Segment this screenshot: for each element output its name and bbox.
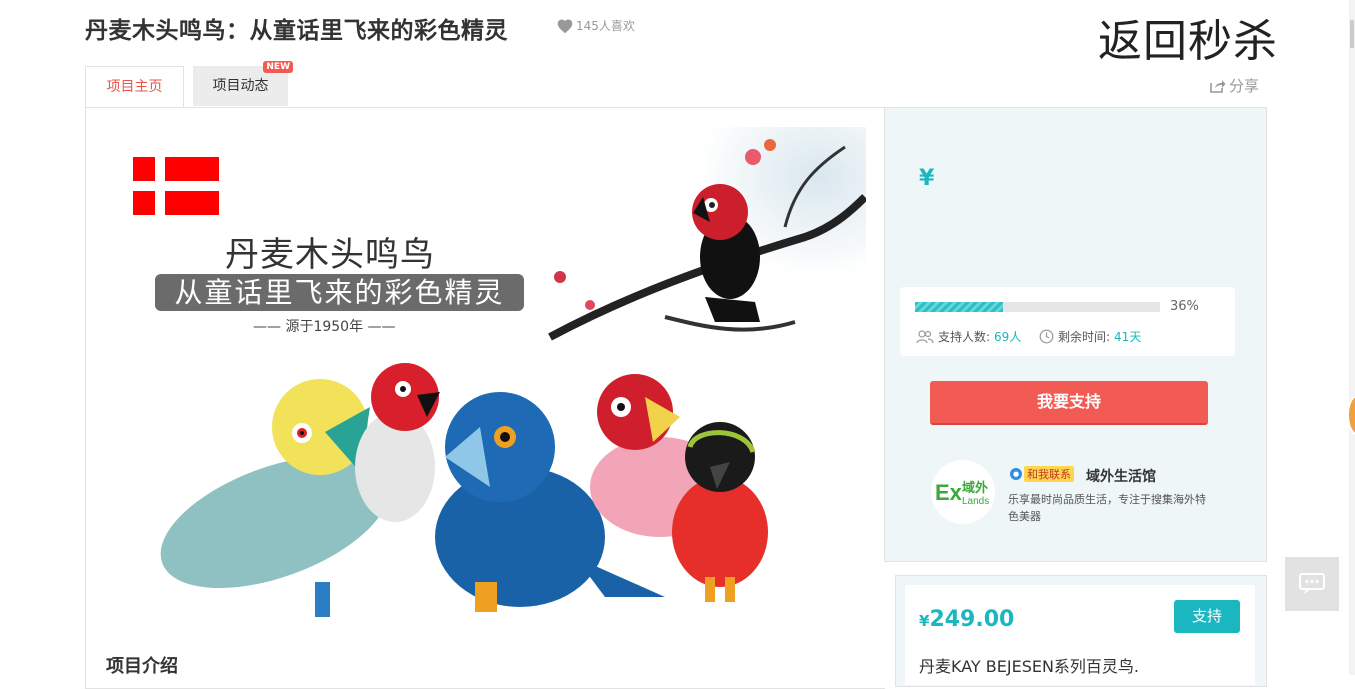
time-left-label: 剩余时间: xyxy=(1058,330,1111,344)
svg-text:Ex: Ex xyxy=(935,480,963,505)
tab-updates-label: 项目动态 xyxy=(212,78,269,94)
reward-support-button[interactable]: 支持 xyxy=(1174,600,1240,633)
progress-bar xyxy=(915,302,1160,312)
clock-icon xyxy=(1039,329,1054,344)
store-name[interactable]: 域外生活馆 xyxy=(1086,466,1156,486)
store-logo-mark: Ex 域外 Lands xyxy=(935,480,989,507)
likes-count: 145人喜欢 xyxy=(576,19,635,33)
denmark-flag-icon xyxy=(133,157,219,215)
share-button[interactable]: 分享 xyxy=(1210,75,1259,96)
birds-illustration xyxy=(160,127,866,617)
reward-description: 丹麦KAY BEJESEN系列百灵鸟. xyxy=(919,657,1140,676)
chat-icon xyxy=(1299,573,1325,594)
hero-image: 丹麦木头鸣鸟 从童话里飞来的彩色精灵 —— 源于1950年 —— xyxy=(105,127,866,624)
hero-since: —— 源于1950年 —— xyxy=(253,319,396,335)
like-button[interactable]: 145人喜欢 xyxy=(556,17,635,34)
page-title: 丹麦木头鸣鸟：从童话里飞来的彩色精灵 xyxy=(85,18,508,44)
reward-price: ¥249.00 xyxy=(919,607,1014,632)
tab-project-updates[interactable]: 项目动态 NEW xyxy=(193,61,293,106)
progress-card xyxy=(900,287,1235,356)
store-logo[interactable]: Ex 域外 Lands xyxy=(931,460,995,524)
support-button[interactable]: 我要支持 xyxy=(930,381,1208,425)
time-left-stat: 剩余时间: 41天 xyxy=(1039,328,1141,345)
reward-amount: 249.00 xyxy=(929,607,1015,632)
scrollbar-track[interactable] xyxy=(1349,0,1355,675)
hero-heading: 丹麦木头鸣鸟 xyxy=(225,235,435,275)
flash-sale-back-link[interactable]: 返回秒杀 xyxy=(1098,5,1278,69)
supporters-stat: 支持人数: 69人 xyxy=(916,328,1021,345)
raised-amount: ¥ xyxy=(919,166,935,191)
scrollbar-thumb[interactable] xyxy=(1350,20,1354,48)
progress-percent: 36% xyxy=(1170,299,1199,314)
contact-label: 和我联系 xyxy=(1024,466,1074,482)
heart-icon xyxy=(557,18,573,33)
share-label: 分享 xyxy=(1229,77,1260,95)
chat-bubble-icon: ● xyxy=(1010,468,1022,480)
reward-currency: ¥ xyxy=(919,612,930,630)
svg-text:Lands: Lands xyxy=(962,496,989,507)
section-project-intro: 项目介绍 xyxy=(106,656,178,677)
svg-text:域外: 域外 xyxy=(962,480,988,496)
hero-subheading: 从童话里飞来的彩色精灵 xyxy=(155,274,524,311)
tab-project-home[interactable]: 项目主页 xyxy=(85,66,184,109)
time-left-value: 41天 xyxy=(1114,330,1142,344)
contact-me-button[interactable]: ● 和我联系 xyxy=(1010,466,1074,482)
supporters-label: 支持人数: xyxy=(938,330,991,344)
new-badge: NEW xyxy=(263,61,293,73)
store-description: 乐享最时尚品质生活，专注于搜集海外特色美器 xyxy=(1008,493,1206,523)
supporters-icon xyxy=(916,329,934,343)
progress-bar-fill xyxy=(915,302,1004,312)
share-icon xyxy=(1210,80,1226,93)
chat-widget-button[interactable] xyxy=(1285,557,1339,611)
supporters-value: 69人 xyxy=(994,330,1022,344)
